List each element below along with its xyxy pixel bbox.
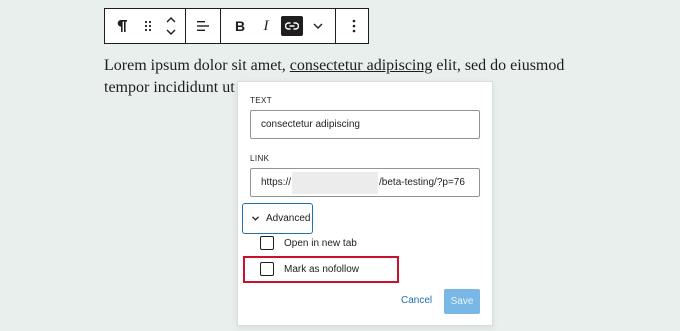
options-button[interactable] <box>336 9 372 43</box>
chevron-down-icon <box>252 216 259 221</box>
cancel-button[interactable]: Cancel <box>401 295 432 306</box>
block-tools-group <box>105 9 186 43</box>
open-new-tab-option: Open in new tab <box>260 236 357 250</box>
bold-button[interactable]: B <box>227 9 253 43</box>
advanced-toggle-button[interactable]: Advanced <box>242 203 313 234</box>
align-button[interactable] <box>186 9 220 43</box>
bold-label: B <box>234 18 246 34</box>
alignment-group <box>186 9 221 43</box>
link-button-inner <box>281 16 303 36</box>
paragraph-line-2: tempor incididunt ut <box>104 79 235 96</box>
nofollow-checkbox[interactable] <box>260 262 274 276</box>
more-formats-button[interactable] <box>305 9 331 43</box>
nofollow-option: Mark as nofollow <box>260 262 359 276</box>
paragraph-icon <box>117 20 127 32</box>
italic-label: I <box>263 17 269 34</box>
link-settings-popover: TEXT consectetur adipiscing LINK https:/… <box>237 81 493 326</box>
drag-handle-icon <box>144 20 152 32</box>
link-url-suffix: /beta-testing/?p=76 <box>379 177 465 188</box>
paragraph-block-button[interactable] <box>105 9 139 43</box>
advanced-label: Advanced <box>266 213 311 224</box>
vertical-ellipsis-icon <box>352 19 356 33</box>
paragraph-text-before: Lorem ipsum dolor sit amet, <box>104 57 290 74</box>
italic-button[interactable]: I <box>253 9 279 43</box>
format-group: B I <box>221 9 336 43</box>
link-url-prefix: https:// <box>261 177 292 188</box>
text-field-label: TEXT <box>250 96 273 105</box>
link-button[interactable] <box>279 9 305 43</box>
nofollow-label: Mark as nofollow <box>284 263 360 275</box>
drag-handle-button[interactable] <box>139 9 157 43</box>
link-text-input[interactable]: consectetur adipiscing <box>250 110 480 139</box>
link-field-label: LINK <box>250 154 270 163</box>
link-text-value: consectetur adipiscing <box>261 119 360 130</box>
chevron-down-icon <box>313 23 323 29</box>
paragraph-link[interactable]: consectetur adipiscing <box>290 57 433 74</box>
link-icon <box>285 22 299 30</box>
link-url-input[interactable]: https:// /beta-testing/?p=76 <box>250 168 480 197</box>
options-group <box>336 9 372 43</box>
save-button[interactable]: Save <box>444 289 480 314</box>
redacted-domain <box>292 171 379 194</box>
block-toolbar: B I <box>104 8 369 44</box>
paragraph-text-after: elit, sed do eiusmod <box>432 57 565 74</box>
move-up-down-button[interactable] <box>157 9 185 43</box>
align-left-icon <box>197 21 209 31</box>
open-new-tab-label: Open in new tab <box>284 237 357 249</box>
move-up-down-icon <box>166 17 176 35</box>
open-new-tab-checkbox[interactable] <box>260 236 274 250</box>
